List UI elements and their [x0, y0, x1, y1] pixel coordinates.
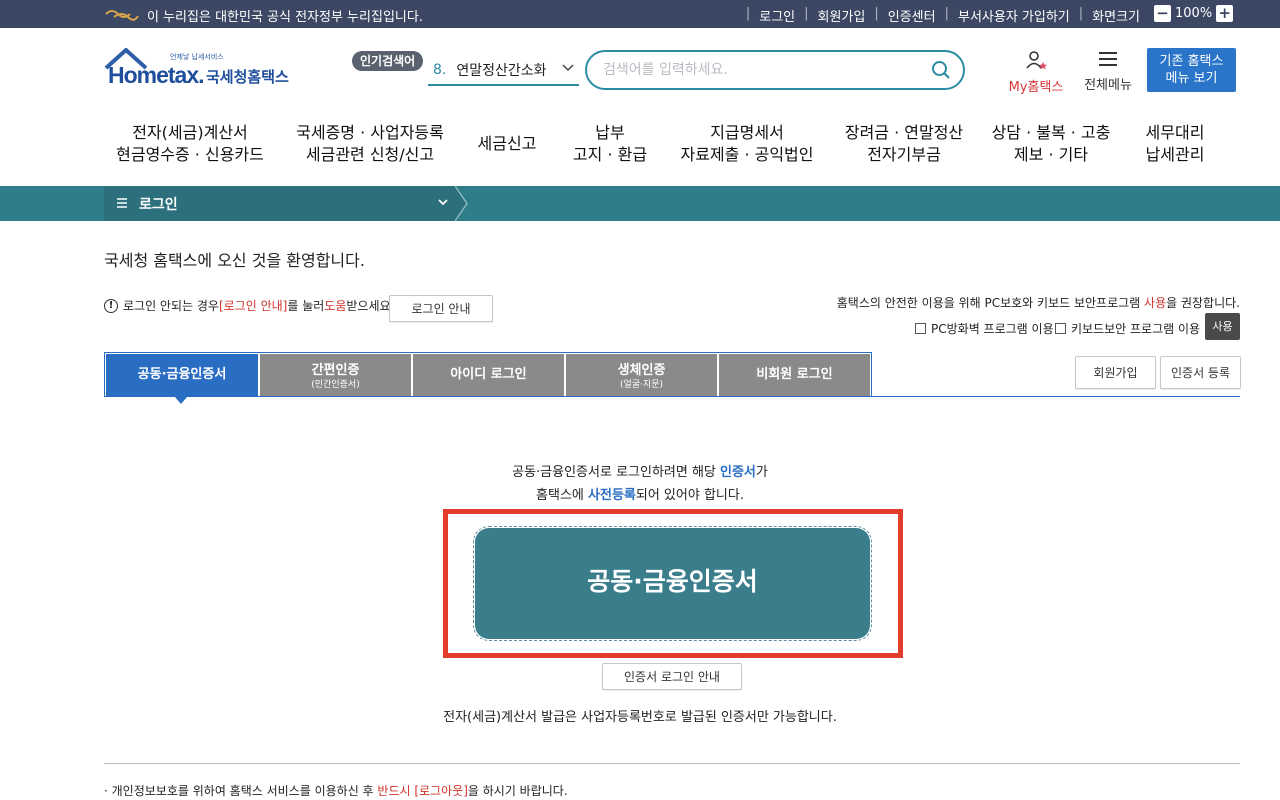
gnb-item-tax-return[interactable]: 세금신고	[470, 133, 544, 155]
tab-underline	[104, 396, 1240, 397]
gnb-item-certificates[interactable]: 국세증명 · 사업자등록 세금관련 신청/신고	[294, 122, 446, 166]
divider	[104, 763, 1240, 764]
gov-message: 이 누리집은 대한민국 공식 전자정부 누리집입니다.	[147, 10, 423, 25]
chevron-down-icon	[438, 199, 448, 206]
zoom-out-button[interactable]: −	[1154, 5, 1171, 22]
logo-korean: 국세청홈택스	[206, 68, 289, 86]
user-icon	[1026, 51, 1047, 70]
top-join-link[interactable]: 회원가입	[818, 6, 866, 25]
all-menu-label: 전체메뉴	[1084, 78, 1132, 93]
old-menu-line1: 기존 홈택스	[1159, 54, 1224, 69]
info-icon: !	[104, 298, 118, 313]
old-menu-button[interactable]: 기존 홈택스 메뉴 보기	[1147, 48, 1236, 92]
hometax-logo[interactable]: 언제낳 납세서비스 Hometax. 국세청홈택스	[104, 48, 304, 96]
security-recommendation: 홈택스의 안전한 이용을 위해 PC보호와 키보드 보안프로그램 사용을 권장합…	[836, 296, 1240, 310]
search-input[interactable]	[603, 60, 923, 80]
register-cert-button[interactable]: 인증서 등록	[1160, 356, 1241, 389]
gnb-item-tax-agent[interactable]: 세무대리 납세관리	[1136, 122, 1214, 166]
pc-firewall-checkbox[interactable]: PC방화벽 프로그램 이용	[915, 320, 1054, 337]
login-guide-link[interactable]: [로그인 안내]	[219, 297, 287, 314]
active-tab-pointer-icon	[175, 397, 187, 404]
gnb-item-statements[interactable]: 지급명세서 자료제출 · 공익법인	[678, 122, 816, 166]
search-icon[interactable]	[931, 60, 951, 80]
gnb-item-payment[interactable]: 납부 고지 · 환급	[566, 122, 654, 166]
eg-logo-icon	[105, 10, 139, 21]
checkbox-icon	[1055, 323, 1066, 334]
tax-invoice-note: 전자(세금)계산서 발급은 사업자등록번호로 발급된 인증서만 가능합니다.	[443, 710, 837, 725]
security-use-button[interactable]: 사용	[1205, 313, 1240, 340]
tab-guest-login[interactable]: 비회원 로그인	[719, 354, 870, 397]
popular-term: 연말정산간소화	[456, 63, 547, 79]
screen-size-label: 화면크기	[1092, 10, 1140, 25]
my-hometax-button[interactable]: My홈택스	[1003, 50, 1069, 95]
logo-text: Hometax.	[108, 62, 205, 88]
breadcrumb-current: 로그인	[139, 197, 178, 213]
cert-info-text: 공동·금융인증서로 로그인하려면 해당 인증서가 홈택스에 사전등록되어 있어야…	[512, 465, 768, 503]
search-box	[585, 50, 965, 90]
welcome-heading: 국세청 홈택스에 오신 것을 환영합니다.	[104, 251, 365, 270]
login-help-text: ! 로그인 안되는 경우 [로그인 안내] 를 눌러 도움 받으세요.	[104, 297, 394, 314]
cert-login-guide-button[interactable]: 인증서 로그인 안내	[602, 663, 742, 690]
breadcrumb-separator-icon	[455, 186, 468, 221]
logout-reminder: · 개인정보보호를 위하여 홈택스 서비스를 이용하신 후 반드시 [로그아웃]…	[104, 784, 568, 798]
zoom-in-button[interactable]: +	[1216, 5, 1234, 22]
menu-icon	[117, 198, 127, 208]
checkbox-icon	[915, 323, 926, 334]
login-guide-button[interactable]: 로그인 안내	[389, 295, 493, 322]
top-cert-center-link[interactable]: 인증센터	[888, 6, 936, 25]
old-menu-line2: 메뉴 보기	[1165, 71, 1218, 86]
breadcrumb[interactable]: 로그인	[104, 186, 455, 221]
gov-banner: 이 누리집은 대한민국 공식 전자정부 누리집입니다. | 로그인 | 회원가입…	[0, 0, 1280, 28]
tab-joint-financial-cert[interactable]: 공동·금융인증서	[106, 354, 258, 397]
all-menu-button[interactable]: 전체메뉴	[1079, 50, 1137, 93]
my-hometax-label: My홈택스	[1008, 80, 1064, 95]
main-navigation: 전자(세금)계산서 현금영수증 · 신용카드 국세증명 · 사업자등록 세금관련 신…	[104, 122, 1240, 170]
top-login-link[interactable]: 로그인	[759, 6, 795, 25]
logo-tagline: 언제낳 납세서비스	[170, 53, 224, 61]
gnb-item-tax-invoice[interactable]: 전자(세금)계산서 현금영수증 · 신용카드	[104, 122, 276, 166]
top-dept-user-link[interactable]: 부서사용자 가입하기	[958, 6, 1070, 25]
gnb-item-year-end[interactable]: 장려금 · 연말정산 전자기부금	[842, 122, 966, 166]
popular-search-select[interactable]: 8. 연말정산간소화	[428, 56, 579, 86]
breadcrumb-bar: 로그인	[0, 186, 1280, 221]
tab-simple-auth[interactable]: 간편인증 (민간인증서)	[260, 354, 411, 397]
popular-search-badge: 인기검색어	[352, 51, 424, 71]
popular-rank: 8.	[433, 62, 447, 78]
joint-cert-login-button[interactable]: 공동·금융인증서	[473, 526, 872, 641]
join-button[interactable]: 회원가입	[1075, 356, 1156, 389]
gnb-item-consulting[interactable]: 상담 · 불복 · 고충 제보 · 기타	[990, 122, 1112, 166]
tab-biometric[interactable]: 생체인증 (얼굴·지문)	[566, 354, 717, 397]
hamburger-icon	[1099, 52, 1117, 66]
tab-id-login[interactable]: 아이디 로그인	[413, 354, 564, 397]
chevron-down-icon	[562, 64, 574, 72]
zoom-level: 100%	[1175, 6, 1213, 21]
login-method-tabs: 공동·금융인증서 간편인증 (민간인증서) 아이디 로그인 생체인증 (얼굴·지문)…	[104, 352, 872, 397]
keyboard-security-checkbox[interactable]: 키보드보안 프로그램 이용	[1055, 320, 1200, 337]
